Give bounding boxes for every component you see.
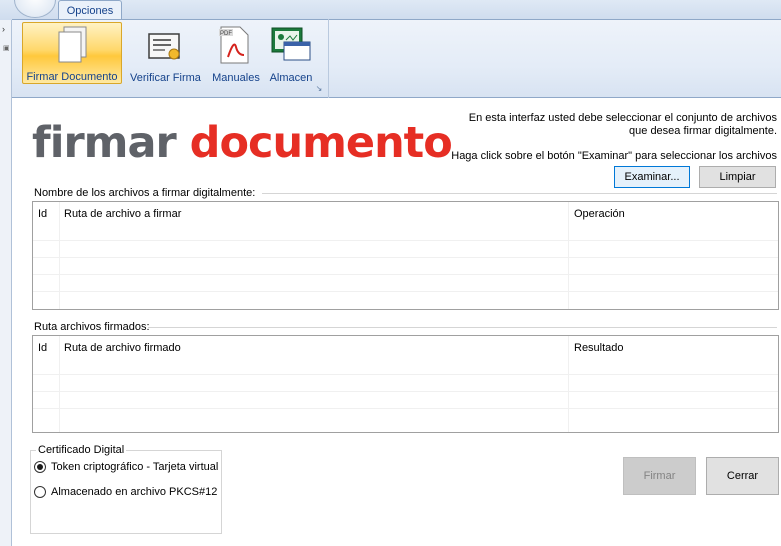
page-title: firmar documento <box>32 118 453 168</box>
manuales-label: Manuales <box>212 72 260 84</box>
token-radio-label[interactable]: Token criptográfico - Tarjeta virtual <box>51 461 218 473</box>
column-header-ruta[interactable]: Ruta de archivo a firmar <box>59 202 181 227</box>
column-header-resultado[interactable]: Resultado <box>569 336 624 361</box>
chevron-right-icon[interactable]: › <box>2 24 5 34</box>
row-divider <box>33 257 778 258</box>
column-divider <box>59 336 60 432</box>
firmar-documento-label: Firmar Documento <box>26 71 118 83</box>
certificate-icon <box>148 33 180 60</box>
document-pages-icon <box>58 26 87 63</box>
row-divider <box>33 374 778 375</box>
pkcs12-radio[interactable] <box>34 486 46 498</box>
instructions-line-1: En esta interfaz usted debe seleccionar … <box>468 112 777 124</box>
almacen-button[interactable]: Almacen <box>268 22 314 84</box>
files-to-sign-table[interactable]: Id Ruta de archivo a firmar Operación <box>32 201 779 310</box>
pkcs12-radio-label[interactable]: Almacenado en archivo PKCS#12 <box>51 486 217 498</box>
row-divider <box>33 391 778 392</box>
tab-opciones[interactable]: Opciones <box>58 0 122 20</box>
certificado-digital-title: Certificado Digital <box>36 444 127 456</box>
token-radio[interactable] <box>34 461 46 473</box>
group-divider <box>262 193 777 194</box>
left-side-strip <box>0 20 12 546</box>
group-launcher-icon[interactable]: ↘ <box>314 84 324 94</box>
column-divider <box>59 202 60 309</box>
title-word-firmar: firmar <box>32 118 177 168</box>
cerrar-button[interactable]: Cerrar <box>706 457 779 495</box>
row-divider <box>33 274 778 275</box>
column-divider <box>568 202 569 309</box>
almacen-label: Almacen <box>269 72 313 84</box>
verificar-firma-button[interactable]: Verificar Firma <box>130 22 201 84</box>
column-header-operacion[interactable]: Operación <box>569 202 625 227</box>
certificate-store-icon <box>271 27 311 61</box>
pdf-file-icon: PDF <box>219 26 249 64</box>
verificar-firma-label: Verificar Firma <box>130 72 201 84</box>
signed-group-title: Ruta archivos firmados: <box>34 321 150 333</box>
row-divider <box>33 408 778 409</box>
title-word-documento: documento <box>189 118 453 168</box>
files-group-title: Nombre de los archivos a firmar digitalm… <box>34 187 256 199</box>
row-divider <box>33 240 778 241</box>
svg-text:PDF: PDF <box>220 31 232 37</box>
pin-icon: ▣ <box>3 45 10 52</box>
limpiar-button[interactable]: Limpiar <box>699 166 776 188</box>
group-divider <box>148 327 777 328</box>
firmar-button[interactable]: Firmar <box>623 457 696 495</box>
column-header-ruta-firmado[interactable]: Ruta de archivo firmado <box>59 336 181 361</box>
signed-files-table[interactable]: Id Ruta de archivo firmado Resultado <box>32 335 779 433</box>
instructions-line-3: Haga click sobre el botón "Examinar" par… <box>451 150 777 162</box>
examinar-button[interactable]: Examinar... <box>614 166 690 188</box>
column-divider <box>568 336 569 432</box>
firmar-documento-button[interactable]: Firmar Documento <box>22 22 122 84</box>
column-header-id[interactable]: Id <box>33 336 47 361</box>
row-divider <box>33 291 778 292</box>
instructions-line-2: que desea firmar digitalmente. <box>629 125 777 137</box>
manuales-button[interactable]: PDF Manuales <box>210 22 262 84</box>
column-header-id[interactable]: Id <box>33 202 47 227</box>
